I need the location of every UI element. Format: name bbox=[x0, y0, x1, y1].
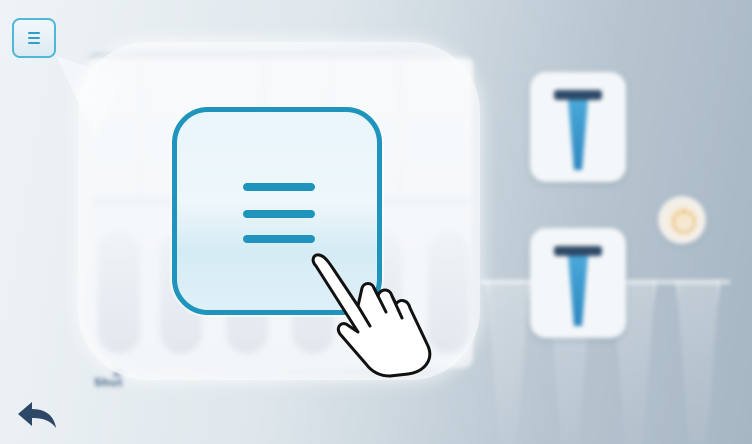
menu-icon-bar bbox=[243, 183, 315, 191]
menu-icon-bar bbox=[243, 235, 315, 243]
rack-slot bbox=[676, 280, 720, 444]
pointing-hand-icon bbox=[311, 253, 432, 378]
tube-cap bbox=[554, 90, 602, 100]
tube-icon bbox=[568, 100, 588, 170]
menu-icon-bar bbox=[243, 210, 315, 218]
rack-slot bbox=[486, 280, 530, 444]
shut-label: Shut bbox=[94, 376, 123, 389]
rotate-button[interactable] bbox=[658, 196, 706, 244]
tube-cap bbox=[554, 246, 602, 256]
menu-icon-bar bbox=[28, 32, 40, 34]
back-arrow-icon[interactable] bbox=[14, 396, 58, 432]
tube-card[interactable] bbox=[530, 228, 626, 338]
menu-button[interactable] bbox=[12, 18, 56, 58]
menu-icon-bar bbox=[28, 37, 40, 39]
tube-card[interactable] bbox=[530, 72, 626, 182]
tube-icon bbox=[568, 256, 588, 326]
menu-icon-bar bbox=[28, 42, 40, 44]
